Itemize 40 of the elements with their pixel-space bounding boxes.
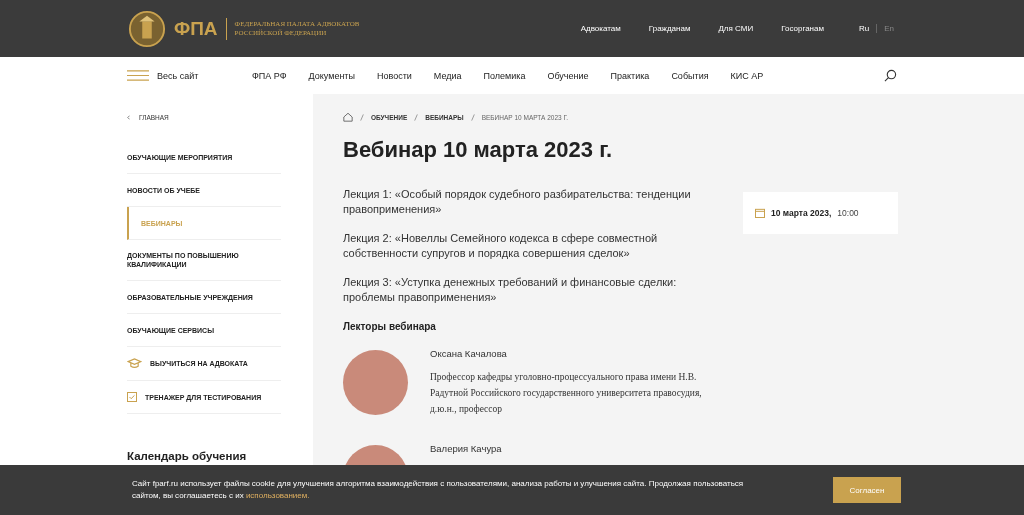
nav-link[interactable]: Обучение bbox=[547, 70, 589, 81]
nav-link[interactable]: Новости bbox=[376, 70, 412, 81]
menu-icon[interactable] bbox=[127, 70, 149, 81]
breadcrumb-separator-icon bbox=[360, 113, 364, 121]
all-site-link[interactable]: Весь сайт bbox=[157, 70, 252, 81]
lecturer-bio: Профессор кафедры уголовно-процессуального права имени Н.В. Радутной Российского государственного университета правосудия, д.ю.н., профессор bbox=[430, 371, 703, 416]
nav-link[interactable]: Документы bbox=[308, 70, 355, 81]
lecture-text: Лекция 1: «Особый порядок судебного разбирательства: тенденции правоприменения» bbox=[343, 187, 692, 217]
emblem-icon bbox=[128, 9, 166, 48]
nav-link[interactable]: Практика bbox=[610, 70, 650, 81]
logo-text[interactable]: ФПА bbox=[174, 17, 227, 40]
cookie-text: Сайт fparf.ru использует файлы cookie для улучшения алгоритма взаимодействия с пользователями, анализа работы и улучшения сайта. Продолжая пользоваться сайтом, вы соглашаетесь с их использованием. bbox=[132, 478, 745, 502]
search-icon[interactable] bbox=[884, 69, 897, 82]
lecturers-heading: Лекторы вебинара bbox=[343, 321, 437, 332]
page-title: Вебинар 10 марта 2023 г. bbox=[343, 137, 614, 163]
calendar-title: Календарь обучения bbox=[127, 450, 248, 462]
lecture-text: Лекция 2: «Новеллы Семейного кодекса в сфере совместной собственности супругов и порядка совершения сделок» bbox=[343, 231, 659, 261]
chevron-left-icon bbox=[127, 115, 130, 120]
event-time: 10:00 bbox=[837, 208, 859, 218]
nav-link[interactable]: События bbox=[671, 70, 709, 81]
nav-link[interactable]: Полемика bbox=[483, 70, 526, 81]
graduation-cap-icon bbox=[127, 358, 142, 369]
header-link[interactable]: Для СМИ bbox=[718, 24, 754, 33]
checkbox-icon bbox=[127, 392, 137, 402]
calendar-icon bbox=[755, 208, 765, 218]
nav-link[interactable]: КИС АР bbox=[730, 70, 764, 81]
lecturer-name: Оксана Качалова bbox=[430, 348, 508, 359]
home-icon[interactable] bbox=[343, 112, 353, 122]
breadcrumb-separator-icon bbox=[470, 113, 475, 121]
lecture-text: Лекция 3: «Уступка денежных требований и финансовые сделки: проблемы правоприменения» bbox=[343, 275, 678, 305]
cookie-policy-link[interactable]: использованием. bbox=[245, 491, 310, 500]
header-link[interactable]: Гражданам bbox=[648, 24, 691, 33]
lecturer-name: Валерия Качура bbox=[430, 443, 502, 454]
header-link[interactable]: Госорганам bbox=[781, 24, 824, 33]
nav-link[interactable]: ФПА РФ bbox=[252, 70, 287, 81]
event-date: 10 марта 2023, bbox=[771, 208, 832, 218]
language-link[interactable]: Ru bbox=[851, 24, 878, 33]
header-link[interactable]: Адвокатам bbox=[580, 24, 621, 33]
breadcrumb-separator-icon bbox=[414, 113, 419, 121]
nav-link[interactable]: Медиа bbox=[433, 70, 462, 81]
